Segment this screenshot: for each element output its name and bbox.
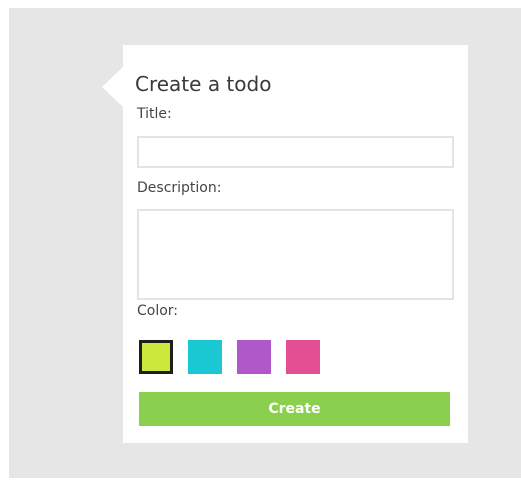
form-heading: Create a todo [135,72,272,96]
color-swatch-purple[interactable] [237,340,271,374]
page-background: Create a todo Title: Description: Color:… [9,8,521,478]
color-label: Color: [137,303,179,319]
popover-arrow [102,67,123,107]
description-label: Description: [137,180,222,196]
description-input[interactable] [137,209,454,300]
create-button[interactable]: Create [139,392,450,426]
title-input[interactable] [137,136,454,168]
color-swatch-cyan[interactable] [188,340,222,374]
create-todo-popover: Create a todo Title: Description: Color:… [102,45,468,443]
color-swatch-lime[interactable] [139,340,173,374]
title-label: Title: [137,106,172,122]
color-swatch-pink[interactable] [286,340,320,374]
